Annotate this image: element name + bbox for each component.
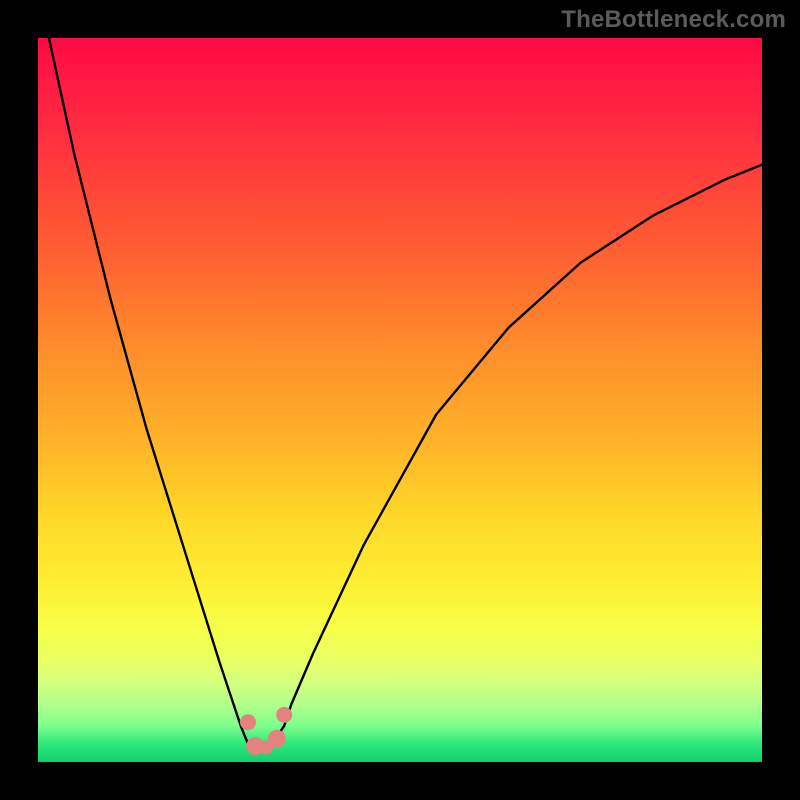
marker-layer xyxy=(240,707,292,755)
marker-left-tip xyxy=(240,714,256,730)
bottleneck-curve xyxy=(49,38,762,748)
watermark-label: TheBottleneck.com xyxy=(561,6,786,34)
plot-area xyxy=(38,38,762,762)
marker-right-tip xyxy=(276,707,292,723)
curve-layer xyxy=(38,38,762,762)
chart-frame: TheBottleneck.com xyxy=(0,0,800,800)
marker-right-base xyxy=(268,730,286,748)
